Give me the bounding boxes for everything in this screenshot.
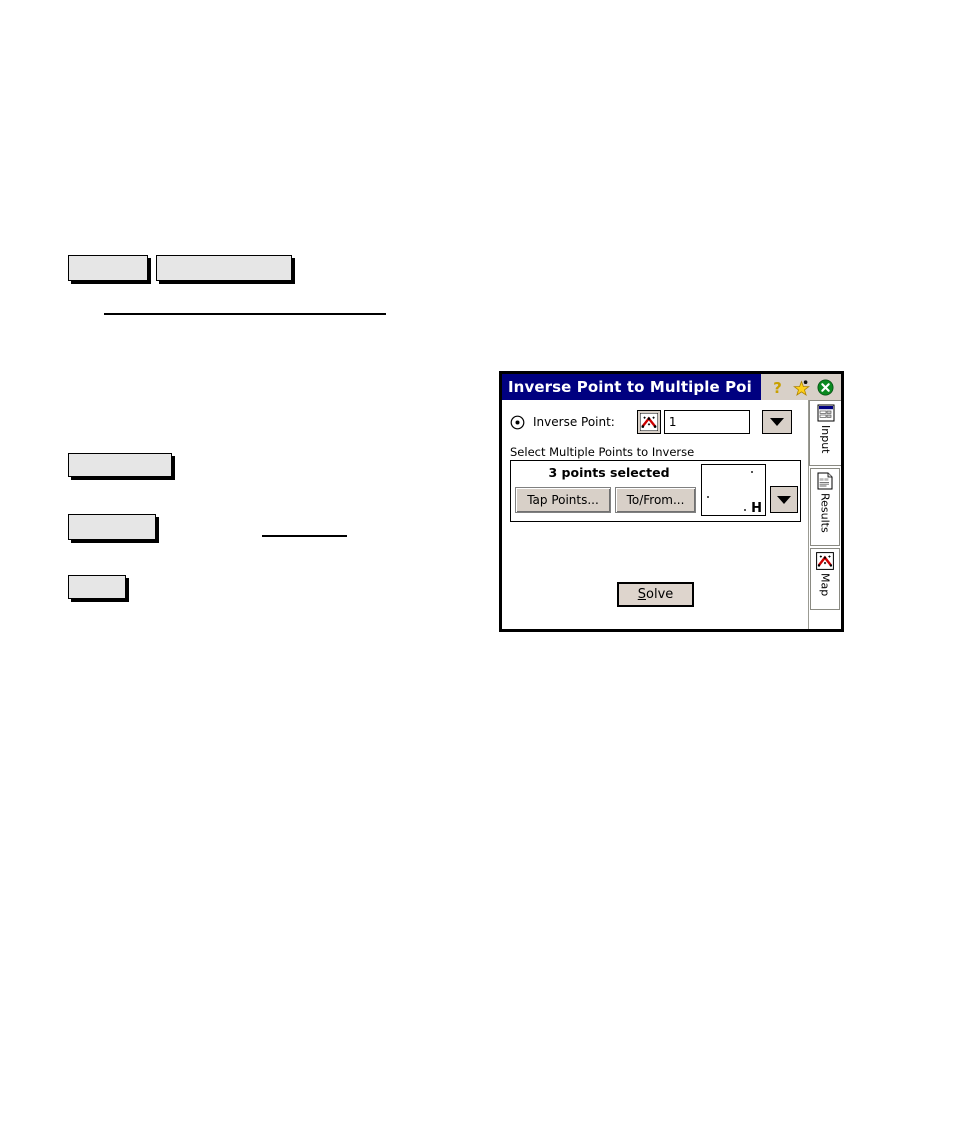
inverse-point-input[interactable]: 1 — [663, 410, 750, 434]
horizontal-rule — [262, 535, 347, 537]
tab-results[interactable]: Results — [810, 468, 840, 546]
preview-dot — [707, 496, 709, 498]
preview-dot — [751, 471, 753, 473]
dialog-titlebar: Inverse Point to Multiple Poi ? — [502, 374, 841, 400]
horizontal-rule — [104, 313, 386, 315]
favorite-star-icon[interactable] — [793, 379, 810, 396]
help-icon[interactable]: ? — [769, 379, 786, 396]
redacted-block — [68, 575, 126, 599]
inverse-point-radio[interactable] — [510, 415, 525, 430]
chevron-down-icon — [769, 418, 784, 426]
preview-label: H — [751, 501, 762, 516]
map-pick-button[interactable] — [636, 410, 661, 434]
points-preview-list[interactable]: H — [701, 464, 766, 516]
chevron-down-icon — [777, 495, 791, 504]
svg-text:?: ? — [773, 379, 782, 396]
vertical-tab-strip: Input Results Map — [809, 400, 841, 629]
points-dropdown-button[interactable] — [770, 486, 798, 513]
dialog-client-area: Inverse Point: 1 Select Multiple Points … — [502, 400, 841, 629]
map-pick-icon — [816, 552, 834, 570]
multi-points-group: 3 points selected Tap Points... To/From.… — [510, 460, 801, 522]
points-selected-status: 3 points selected — [548, 465, 670, 480]
tab-results-label: Results — [818, 493, 832, 533]
inverse-point-dropdown-button[interactable] — [761, 410, 792, 434]
form-window-icon — [817, 404, 834, 422]
redacted-block — [68, 453, 172, 477]
inverse-point-row: Inverse Point: 1 — [510, 408, 802, 436]
inverse-point-label: Inverse Point: — [533, 415, 615, 429]
tap-points-button[interactable]: Tap Points... — [515, 487, 611, 513]
tab-input-label: Input — [819, 425, 832, 454]
tab-map[interactable]: Map — [810, 548, 840, 610]
close-icon[interactable] — [817, 379, 834, 396]
to-from-button[interactable]: To/From... — [615, 487, 696, 513]
redacted-block — [68, 514, 156, 540]
solve-button[interactable]: Solve — [617, 582, 694, 607]
preview-dot — [744, 509, 746, 511]
titlebar-button-group: ? — [761, 374, 841, 400]
dialog-title: Inverse Point to Multiple Poi — [508, 378, 752, 396]
input-tab-panel: Inverse Point: 1 Select Multiple Points … — [502, 400, 809, 629]
redacted-block — [68, 255, 148, 281]
tab-map-label: Map — [818, 573, 832, 597]
map-pick-icon — [639, 413, 658, 431]
multi-points-group-label: Select Multiple Points to Inverse — [510, 445, 695, 459]
inverse-point-dialog: Inverse Point to Multiple Poi ? Inverse … — [499, 371, 844, 632]
redacted-block — [156, 255, 292, 281]
document-report-icon — [817, 472, 833, 490]
solve-label-rest: olve — [646, 587, 674, 602]
solve-accel: S — [637, 587, 646, 602]
tab-input[interactable]: Input — [809, 400, 841, 466]
